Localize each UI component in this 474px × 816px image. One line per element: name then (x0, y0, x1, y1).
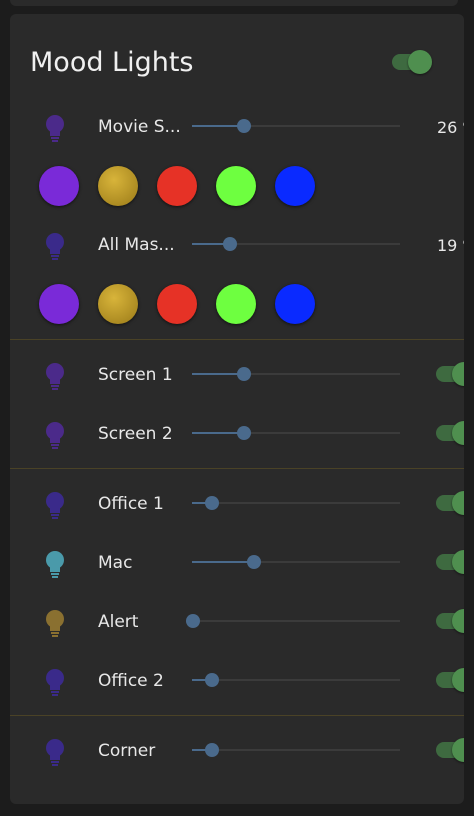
lightbulb-icon[interactable] (44, 491, 66, 519)
light-toggle[interactable] (436, 491, 464, 515)
light-toggle[interactable] (436, 550, 464, 574)
color-swatch-purple[interactable] (39, 166, 79, 206)
light-toggle[interactable] (436, 609, 464, 633)
color-swatch-red[interactable] (157, 284, 197, 324)
light-toggle[interactable] (436, 421, 464, 445)
light-name: Movie S... (98, 117, 181, 137)
lightbulb-icon[interactable] (44, 362, 66, 390)
lightbulb-icon[interactable] (44, 738, 66, 766)
divider (10, 339, 464, 340)
lightbulb-icon[interactable] (44, 609, 66, 637)
light-name: Screen 2 (98, 424, 173, 444)
previous-card (10, 0, 458, 6)
color-swatch-blue[interactable] (275, 284, 315, 324)
divider (10, 715, 464, 716)
light-toggle[interactable] (436, 738, 464, 762)
color-swatch-purple[interactable] (39, 284, 79, 324)
light-name: Office 2 (98, 671, 164, 691)
lightbulb-icon[interactable] (44, 421, 66, 449)
lightbulb-icon[interactable] (44, 114, 66, 142)
brightness-slider[interactable] (192, 672, 400, 688)
divider (10, 468, 464, 469)
color-swatch-green[interactable] (216, 166, 256, 206)
light-name: Office 1 (98, 494, 164, 514)
brightness-slider[interactable] (192, 236, 400, 252)
brightness-slider[interactable] (192, 425, 400, 441)
master-toggle[interactable] (392, 50, 432, 74)
brightness-slider[interactable] (186, 613, 400, 629)
color-swatch-gold[interactable] (98, 166, 138, 206)
light-toggle[interactable] (436, 668, 464, 692)
light-name: Alert (98, 612, 139, 632)
lightbulb-icon[interactable] (44, 550, 66, 578)
light-toggle[interactable] (436, 362, 464, 386)
light-name: All Mas... (98, 235, 175, 255)
mood-lights-card: Mood Lights Movie S... 26 % All Mas (10, 14, 464, 804)
lightbulb-icon[interactable] (44, 668, 66, 696)
brightness-value: 19 % (437, 236, 464, 255)
light-name: Mac (98, 553, 133, 573)
color-swatch-blue[interactable] (275, 166, 315, 206)
color-swatch-gold[interactable] (98, 284, 138, 324)
brightness-slider[interactable] (192, 554, 400, 570)
color-swatch-green[interactable] (216, 284, 256, 324)
light-name: Corner (98, 741, 156, 761)
brightness-slider[interactable] (192, 366, 400, 382)
lightbulb-icon[interactable] (44, 232, 66, 260)
brightness-slider[interactable] (192, 118, 400, 134)
brightness-value: 26 % (437, 118, 464, 137)
light-name: Screen 1 (98, 365, 173, 385)
brightness-slider[interactable] (192, 742, 400, 758)
color-swatch-red[interactable] (157, 166, 197, 206)
card-title: Mood Lights (30, 47, 194, 78)
brightness-slider[interactable] (192, 495, 400, 511)
